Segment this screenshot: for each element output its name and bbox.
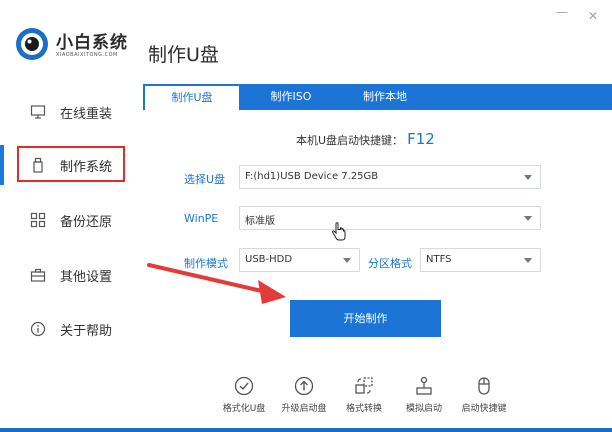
- tab-make-usb[interactable]: 制作U盘: [145, 86, 239, 110]
- hand-cursor-icon: [331, 222, 346, 241]
- winpe-label: WinPE: [184, 212, 219, 225]
- monitor-icon: [30, 105, 46, 119]
- logo-subtitle: XIAOBAIXITONG.COM: [56, 52, 118, 58]
- sidebar-item-label: 其他设置: [60, 270, 113, 285]
- tool-label: 格式转换: [345, 404, 382, 414]
- tool-boot-shortcut[interactable]: 启动快捷键: [454, 376, 514, 416]
- shortcut-key: F12: [407, 130, 435, 148]
- tool-simulate-boot[interactable]: 模拟启动: [394, 376, 454, 416]
- info-icon: [30, 321, 46, 337]
- start-make-button[interactable]: 开始制作: [290, 300, 441, 337]
- mode-select[interactable]: USB-HDD: [239, 248, 360, 272]
- tool-format-convert[interactable]: 格式转换: [334, 376, 394, 416]
- usb-device-value: F:(hd1)USB Device 7.25GB: [245, 171, 379, 182]
- winpe-value: 标准版: [245, 216, 275, 227]
- chevron-down-icon: [524, 216, 532, 221]
- usb-device-select[interactable]: F:(hd1)USB Device 7.25GB: [239, 165, 541, 189]
- close-button[interactable]: ✕: [588, 10, 598, 22]
- highlight-box: [17, 146, 125, 182]
- tab-bar: 制作U盘 制作ISO 制作本地: [143, 84, 612, 110]
- tool-format-usb[interactable]: 格式化U盘: [214, 376, 274, 416]
- shortcut-label: 本机U盘启动快捷键：: [296, 134, 404, 147]
- usb-select-label: 选择U盘: [184, 173, 226, 186]
- chevron-down-icon: [524, 175, 532, 180]
- logo-title: 小白系统: [56, 33, 128, 53]
- check-circle-icon: [234, 376, 254, 396]
- partition-value: NTFS: [426, 254, 452, 265]
- sidebar-item-label: 在线重装: [60, 107, 113, 122]
- joystick-icon: [416, 376, 432, 395]
- logo: 小白系统 XIAOBAIXITONG.COM: [14, 26, 134, 66]
- tab-make-iso[interactable]: 制作ISO: [249, 84, 333, 110]
- mode-label: 制作模式: [184, 257, 228, 270]
- winpe-select[interactable]: 标准版: [239, 206, 541, 230]
- chevron-down-icon: [524, 258, 532, 263]
- sidebar-item-label: 关于帮助: [60, 324, 113, 339]
- chevron-down-icon: [343, 258, 351, 263]
- tool-label: 模拟启动: [405, 404, 442, 414]
- upload-circle-icon: [294, 376, 314, 396]
- sidebar-item-online-reinstall[interactable]: 在线重装: [0, 92, 140, 132]
- sidebar-item-backup-restore[interactable]: 备份还原: [0, 200, 140, 240]
- briefcase-icon: [30, 268, 46, 282]
- tool-label: 格式化U盘: [222, 404, 266, 414]
- minimize-button[interactable]: —: [556, 6, 568, 18]
- partition-label: 分区格式: [368, 257, 412, 270]
- window-bottom-edge: [0, 428, 612, 432]
- mouse-icon: [478, 377, 490, 395]
- partition-select[interactable]: NTFS: [420, 248, 541, 272]
- tool-label: 启动快捷键: [461, 404, 507, 414]
- backup-grid-icon: [30, 212, 46, 228]
- mode-value: USB-HDD: [245, 254, 293, 265]
- page-title: 制作U盘: [148, 44, 219, 66]
- app-window: — ✕ 小白系统 XIAOBAIXITONG.COM 在线重装 制作系统 备份还…: [0, 0, 612, 432]
- tool-label: 升级启动盘: [281, 404, 327, 414]
- sidebar-item-about-help[interactable]: 关于帮助: [0, 309, 140, 349]
- shortcut-info: 本机U盘启动快捷键： F12: [296, 130, 435, 148]
- convert-icon: [355, 377, 373, 394]
- logo-mark-icon: [16, 28, 48, 60]
- sidebar-item-label: 备份还原: [60, 215, 113, 230]
- tool-upgrade-boot-disk[interactable]: 升级启动盘: [274, 376, 334, 416]
- sidebar-item-other-settings[interactable]: 其他设置: [0, 255, 140, 295]
- sidebar: 小白系统 XIAOBAIXITONG.COM 在线重装 制作系统 备份还原 其他…: [0, 0, 140, 432]
- tab-make-local[interactable]: 制作本地: [343, 84, 427, 110]
